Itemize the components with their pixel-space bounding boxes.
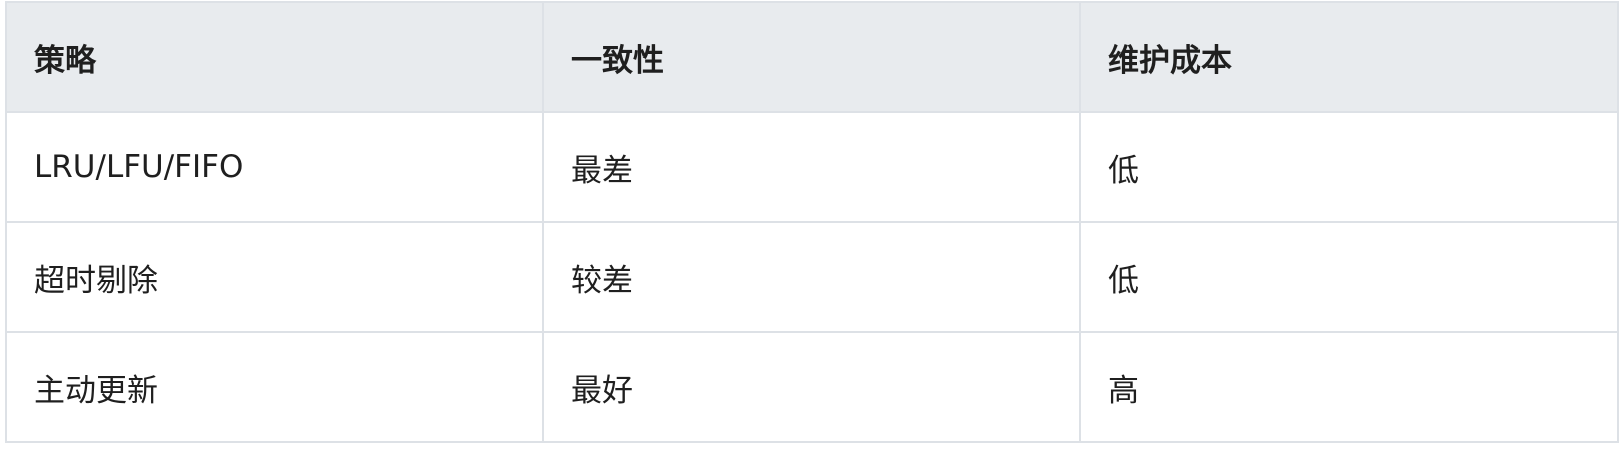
header-maintenance-cost: 维护成本: [1079, 1, 1619, 113]
table-row: 超时剔除 较差 低: [5, 221, 1619, 333]
cell-strategy: LRU/LFU/FIFO: [5, 111, 544, 223]
cell-maintenance-cost: 高: [1079, 331, 1619, 443]
cell-strategy: 主动更新: [5, 331, 544, 443]
header-consistency: 一致性: [542, 1, 1081, 113]
comparison-table-container: 策略 一致性 维护成本 LRU/LFU/FIFO 最差 低 超时剔除 较差 低 …: [5, 1, 1619, 443]
cell-strategy: 超时剔除: [5, 221, 544, 333]
cell-consistency: 较差: [542, 221, 1081, 333]
header-row: 策略 一致性 维护成本: [5, 1, 1619, 113]
table-body: LRU/LFU/FIFO 最差 低 超时剔除 较差 低 主动更新 最好 高: [5, 111, 1619, 443]
cell-consistency: 最差: [542, 111, 1081, 223]
cell-consistency: 最好: [542, 331, 1081, 443]
cache-strategy-comparison-table: 策略 一致性 维护成本 LRU/LFU/FIFO 最差 低 超时剔除 较差 低 …: [5, 1, 1619, 443]
header-strategy: 策略: [5, 1, 544, 113]
cell-maintenance-cost: 低: [1079, 221, 1619, 333]
table-header: 策略 一致性 维护成本: [5, 1, 1619, 113]
table-row: LRU/LFU/FIFO 最差 低: [5, 111, 1619, 223]
cell-maintenance-cost: 低: [1079, 111, 1619, 223]
table-row: 主动更新 最好 高: [5, 331, 1619, 443]
